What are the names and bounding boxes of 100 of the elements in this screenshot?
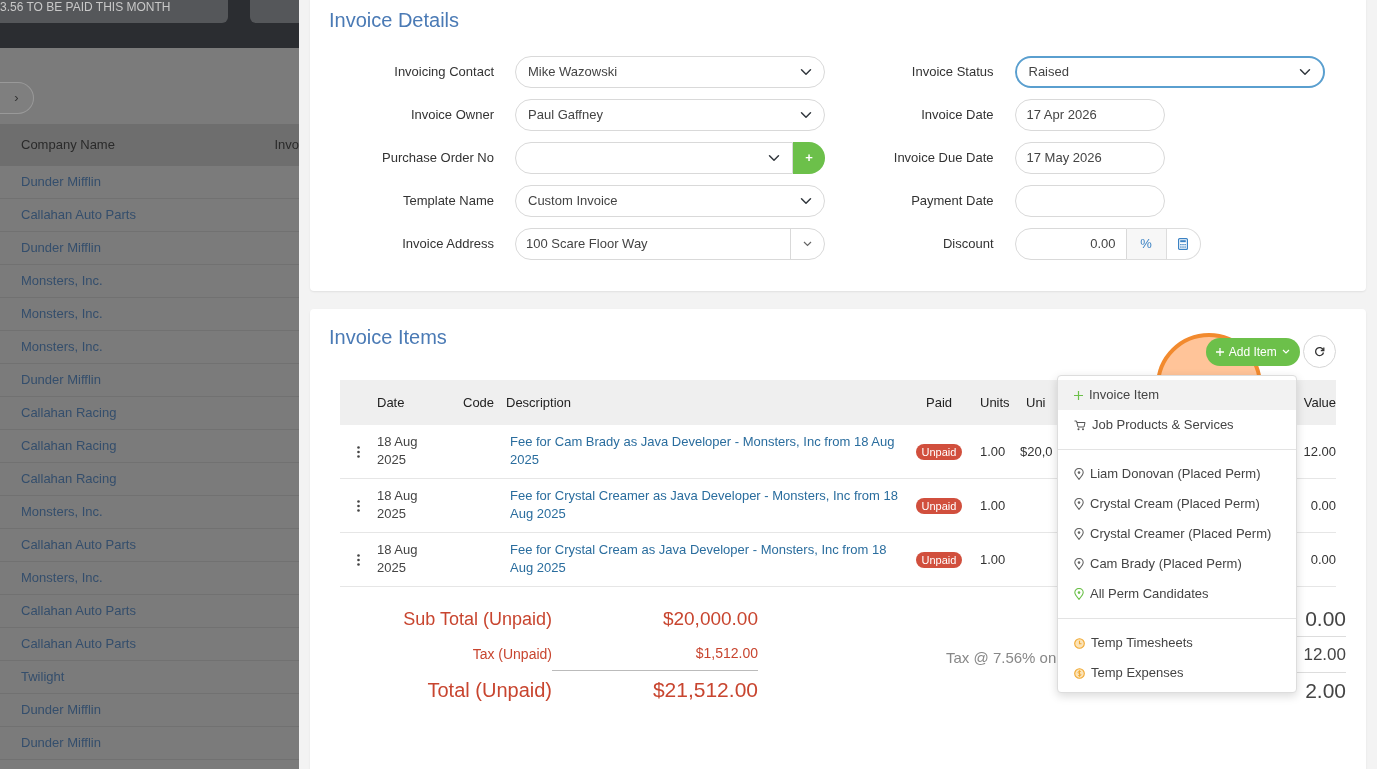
company-link[interactable]: Monsters, Inc. [21,502,103,522]
refresh-button[interactable] [1303,335,1336,368]
location-pin-icon [1074,498,1084,510]
calculator-button[interactable] [1166,227,1201,260]
total-label: Sub Total (Unpaid) [402,607,552,631]
clock-icon [1074,637,1085,649]
company-link[interactable]: Dunder Mifflin [21,700,101,720]
total-label: Tax (Unpaid) [471,644,552,664]
refresh-icon [1314,346,1325,357]
location-pin-icon [1074,558,1084,570]
select-field[interactable]: Paul Gaffney [515,98,825,131]
column-header: Units [980,394,1010,410]
summary-card [250,0,299,23]
menu-item[interactable]: Crystal Cream (Placed Perm) [1058,489,1296,519]
total-label: Total (Unpaid) [426,678,552,703]
units-cell: 1.00 [980,497,1006,513]
field-label: Invoice Address [401,234,495,253]
company-link[interactable]: Monsters, Inc. [21,337,103,357]
paid-status: Unpaid [915,443,963,460]
calculator-icon [1178,237,1188,250]
date-field[interactable]: 17 Apr 2026 [1014,98,1165,131]
date-cell-text: 18 Aug 2025 [377,487,419,524]
add-item-button[interactable]: Add Item [1205,337,1300,366]
company-link[interactable]: Callahan Auto Parts [21,535,136,555]
company-link[interactable]: Monsters, Inc. [21,304,103,324]
select-field[interactable]: Custom Invoice [515,184,825,217]
column-header: Invo [274,136,299,155]
next-page-button[interactable]: › [0,82,34,114]
price-cell: $20,0 [1020,443,1053,459]
column-header: Description [506,394,572,410]
menu-item[interactable]: Temp Timesheets [1058,628,1296,658]
date-cell-text: 18 Aug 2025 [377,433,419,470]
field-label: Invoice Status [910,62,995,81]
company-link[interactable]: Dunder Mifflin [21,733,101,753]
company-link[interactable]: Dunder Mifflin [21,370,101,390]
cart-icon [1074,419,1086,431]
company-link[interactable]: Dunder Mifflin [21,238,101,258]
value-cell: 12.00 [1303,443,1336,459]
field-label: Invoice Date [920,105,995,124]
select-field[interactable] [515,141,793,174]
number-field[interactable]: 0.00 [1014,227,1127,260]
company-link[interactable]: Twilight [21,667,65,687]
menu-item[interactable]: Job Products & Services [1058,410,1296,440]
date-cell-text: 18 Aug 2025 [377,541,419,578]
date-field[interactable]: 17 May 2026 [1014,141,1165,174]
paid-status: Unpaid [915,551,963,568]
more-icon[interactable] [357,500,360,513]
company-link[interactable]: Callahan Auto Parts [21,634,136,654]
summary-card: 3.56 TO BE PAID THIS MONTH [0,0,228,23]
units-cell: 1.00 [980,443,1006,459]
column-header: Date [377,394,405,410]
field-label: Purchase Order No [381,148,495,167]
menu-item[interactable]: Cam Brady (Placed Perm) [1058,549,1296,579]
location-pin-icon [1074,528,1084,540]
total-value: 12.00 [1303,645,1346,664]
company-link[interactable]: Callahan Auto Parts [21,601,136,621]
menu-item[interactable]: Liam Donovan (Placed Perm) [1058,459,1296,489]
company-link[interactable]: Callahan Racing [21,469,117,489]
description-link[interactable]: Fee for Cam Brady as Java Developer - Monsters, Inc from 18 Aug 2025 [510,433,910,470]
column-header: Code [463,394,495,410]
company-link[interactable]: Callahan Racing [21,436,117,456]
menu-item[interactable]: All Perm Candidates [1058,579,1296,609]
paid-status: Unpaid [915,497,963,514]
menu-item[interactable]: Crystal Creamer (Placed Perm) [1058,519,1296,549]
field-label: Template Name [401,191,495,210]
value-cell: 0.00 [1310,551,1336,567]
field-label: Invoice Due Date [892,148,995,167]
tax-note: Tax @ 7.56% on [946,649,1057,666]
location-pin-icon [1074,468,1084,480]
description-link[interactable]: Fee for Crystal Creamer as Java Developer - Monsters, Inc from 18 Aug 2025 [510,487,910,524]
company-link[interactable]: Callahan Auto Parts [21,205,136,225]
total-value: 0.00 [1305,607,1346,630]
total-value: $21,512.00 [651,677,758,704]
company-link[interactable]: Monsters, Inc. [21,568,103,588]
add-button[interactable]: + [793,141,825,174]
field-label: Discount [941,234,995,253]
company-link[interactable]: Dunder Mifflin [21,172,101,192]
column-header: Company Name [21,136,115,155]
field-label: Invoicing Contact [393,62,495,81]
date-field[interactable] [1014,184,1165,217]
percent-toggle[interactable]: % [1126,227,1167,260]
menu-item[interactable]: Invoice Item [1058,380,1296,410]
column-header: Uni [1026,394,1046,410]
description-link[interactable]: Fee for Crystal Cream as Java Developer - Monsters, Inc from 18 Aug 2025 [510,541,910,578]
chevron-down-icon [803,240,812,247]
value-cell: 0.00 [1310,497,1336,513]
more-icon[interactable] [357,446,360,459]
company-link[interactable]: Monsters, Inc. [21,271,103,291]
menu-item[interactable]: Temp Expenses [1058,658,1296,688]
select-field[interactable]: Mike Wazowski [515,55,825,88]
plus-icon [1074,390,1083,400]
field-label: Payment Date [910,191,995,210]
total-value: $1,512.00 [552,643,758,671]
location-pin-icon [1074,588,1084,600]
section-title: Invoice Details [329,8,461,32]
field-label: Invoice Owner [409,105,495,124]
select-field[interactable]: Raised [1014,55,1325,88]
company-link[interactable]: Callahan Racing [21,403,117,423]
plus-icon [1215,347,1224,356]
more-icon[interactable] [357,554,360,567]
